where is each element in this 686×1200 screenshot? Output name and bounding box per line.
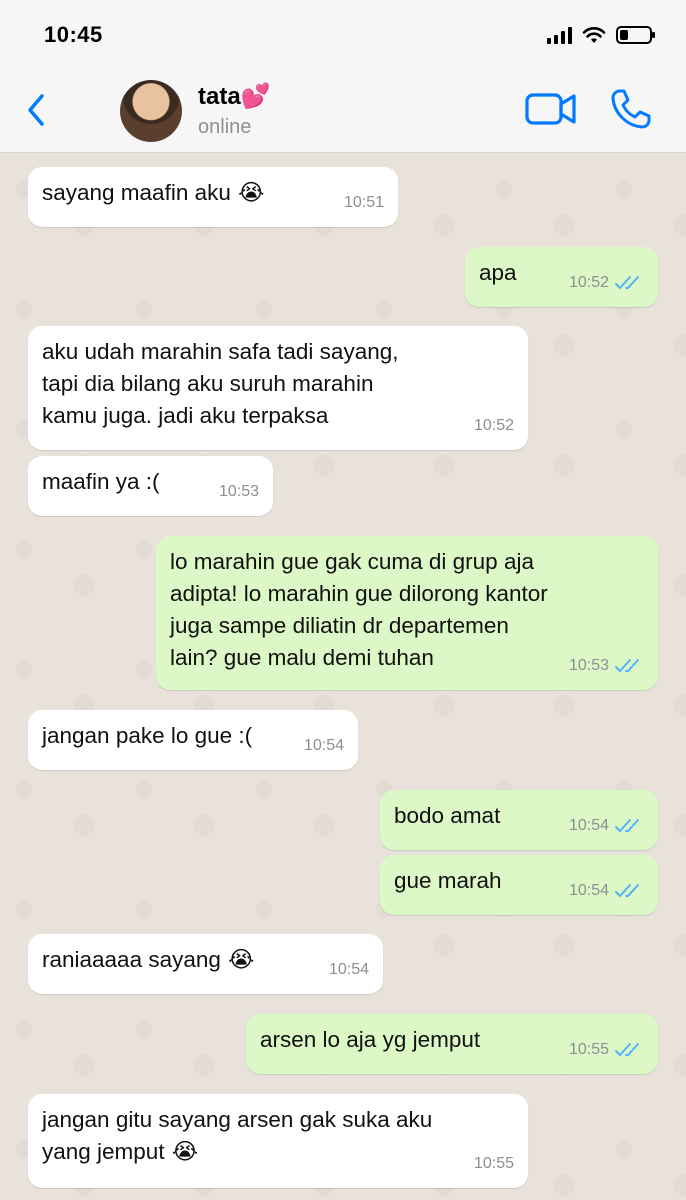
incoming-message-bubble[interactable]: aku udah marahin safa tadi sayang, tapi … bbox=[28, 326, 528, 450]
status-time: 10:45 bbox=[44, 22, 103, 47]
incoming-message-bubble[interactable]: sayang maafin aku 😭 10:51 bbox=[28, 167, 398, 227]
wifi-icon bbox=[582, 27, 606, 43]
outgoing-message-bubble[interactable]: apa 10:52 bbox=[465, 247, 658, 307]
double-check-icon bbox=[615, 276, 639, 289]
message-time: 10:53 bbox=[568, 657, 609, 674]
message-text: raniaaaaa sayang 😭 bbox=[42, 947, 255, 973]
message-meta: 10:54 bbox=[304, 730, 344, 762]
message-meta: 10:55 bbox=[569, 1034, 644, 1066]
message-time: 10:54 bbox=[328, 961, 369, 978]
message-time: 10:54 bbox=[568, 882, 609, 899]
message-time: 10:52 bbox=[568, 274, 609, 291]
status-bar: 10:45 bbox=[0, 0, 686, 72]
double-check-icon bbox=[615, 819, 639, 832]
crying-face-emoji: 😭 bbox=[220, 947, 255, 973]
contact-status: online bbox=[198, 116, 252, 138]
battery-icon bbox=[616, 26, 655, 44]
double-check-icon bbox=[615, 659, 639, 672]
double-check-icon bbox=[615, 884, 639, 897]
outgoing-message-bubble[interactable]: bodo amat 10:54 bbox=[380, 790, 658, 850]
phone-icon[interactable] bbox=[608, 86, 654, 132]
incoming-message-bubble[interactable]: jangan pake lo gue :( 10:54 bbox=[28, 710, 358, 770]
contact-name[interactable]: tata💕 bbox=[198, 82, 271, 111]
chat-messages[interactable]: sayang maafin aku 😭 10:51 apa 10:52 aku udah… bbox=[0, 153, 686, 1200]
outgoing-message-bubble[interactable]: lo marahin gue gak cuma di grup aja adip… bbox=[156, 536, 658, 690]
message-meta: 10:54 bbox=[569, 875, 644, 907]
incoming-message-bubble[interactable]: raniaaaaa sayang 😭 10:54 bbox=[28, 934, 383, 994]
crying-face-emoji: 😭 bbox=[164, 1139, 199, 1165]
incoming-message-bubble[interactable]: jangan gitu sayang arsen gak suka aku ya… bbox=[28, 1094, 528, 1188]
message-time: 10:51 bbox=[343, 194, 384, 211]
heart-emoji: 💕 bbox=[240, 82, 271, 110]
message-time: 10:55 bbox=[568, 1041, 609, 1058]
crying-face-emoji: 😭 bbox=[230, 180, 265, 206]
message-time: 10:55 bbox=[473, 1155, 514, 1172]
cellular-signal-icon bbox=[547, 26, 572, 44]
video-camera-icon[interactable] bbox=[524, 90, 578, 128]
message-text: jangan pake lo gue :( bbox=[42, 723, 253, 748]
message-text: aku udah marahin safa tadi sayang, tapi … bbox=[42, 339, 399, 428]
message-text: sayang maafin aku 😭 bbox=[42, 180, 265, 206]
outgoing-message-bubble[interactable]: gue marah 10:54 bbox=[380, 855, 658, 915]
double-check-icon bbox=[615, 1043, 639, 1056]
message-time: 10:54 bbox=[303, 737, 344, 754]
message-meta: 10:52 bbox=[474, 410, 514, 442]
chevron-left-icon[interactable] bbox=[20, 88, 54, 132]
message-meta: 10:54 bbox=[569, 810, 644, 842]
contact-name-text: tata bbox=[198, 83, 241, 110]
message-meta: 10:52 bbox=[569, 267, 644, 299]
message-time: 10:54 bbox=[568, 817, 609, 834]
message-meta: 10:53 bbox=[219, 476, 259, 508]
message-meta: 10:51 bbox=[344, 187, 384, 219]
contact-avatar[interactable] bbox=[120, 80, 182, 142]
incoming-message-bubble[interactable]: maafin ya :(10:53 bbox=[28, 456, 273, 516]
message-meta: 10:55 bbox=[474, 1148, 514, 1180]
outgoing-message-bubble[interactable]: arsen lo aja yg jemput 10:55 bbox=[246, 1014, 658, 1074]
message-time: 10:52 bbox=[473, 417, 514, 434]
message-meta: 10:54 bbox=[329, 954, 369, 986]
battery-level bbox=[620, 30, 629, 40]
chat-header: tata💕 online bbox=[0, 72, 686, 153]
status-icons bbox=[547, 26, 655, 44]
message-text: jangan gitu sayang arsen gak suka aku ya… bbox=[42, 1107, 433, 1165]
message-meta: 10:53 bbox=[569, 650, 644, 682]
message-time: 10:53 bbox=[218, 483, 259, 500]
